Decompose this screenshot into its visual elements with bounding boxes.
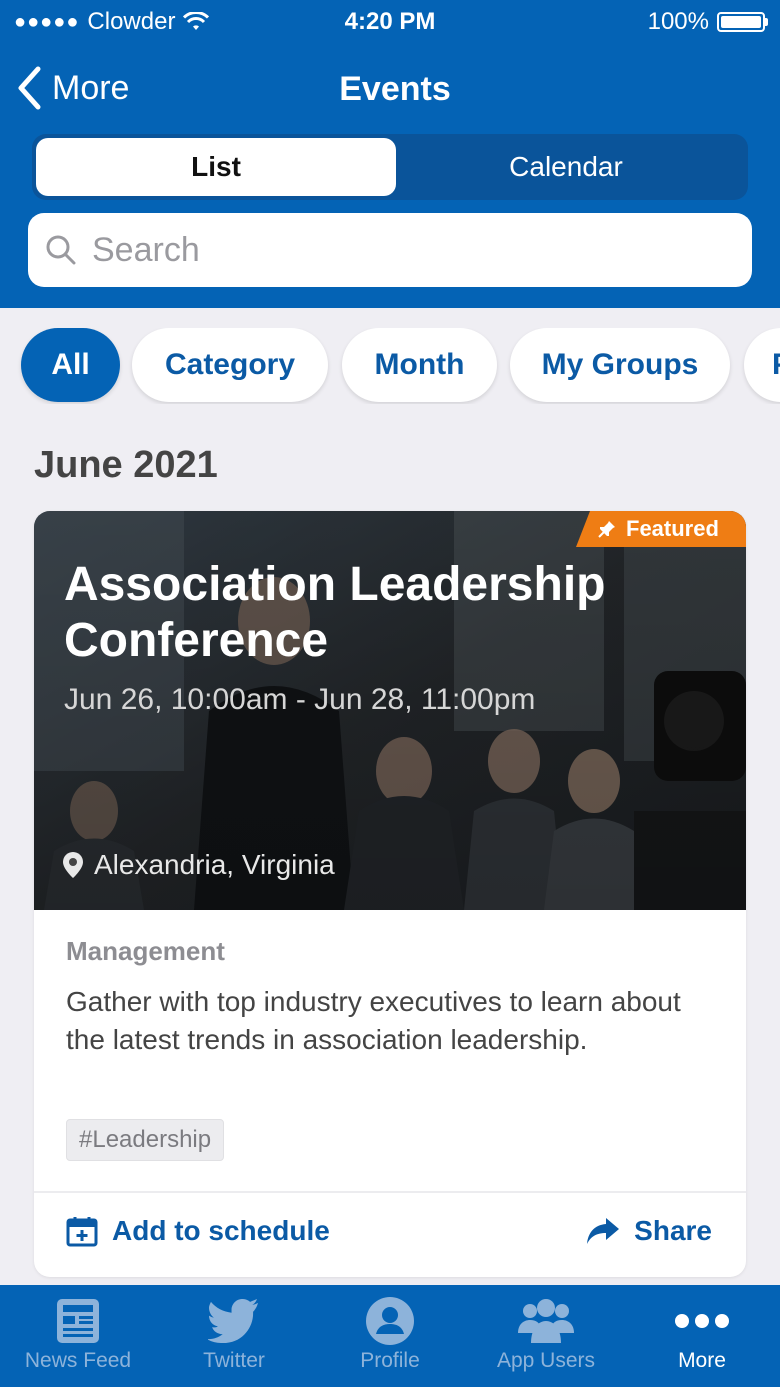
app-users-icon — [518, 1299, 574, 1343]
filter-month[interactable]: Month — [342, 328, 497, 402]
tab-more[interactable]: More — [624, 1285, 780, 1387]
page-title: Events — [339, 70, 451, 108]
location-label: Alexandria, Virginia — [94, 849, 335, 880]
event-location: Alexandria, Virginia — [62, 849, 335, 881]
pin-icon — [598, 521, 615, 538]
search-input[interactable] — [90, 229, 694, 271]
filter-more[interactable]: P — [744, 328, 780, 402]
header: ●●●●● Clowder 4:20 PM 100% More Events L… — [0, 0, 780, 308]
share-label: Share — [634, 1215, 712, 1246]
section-month-title: June 2021 — [34, 444, 218, 486]
filter-chips: All Category Month My Groups P — [0, 328, 780, 404]
event-card[interactable]: Featured Association Leadership Conferen… — [34, 511, 746, 1277]
featured-badge: Featured — [576, 511, 746, 547]
calendar-add-icon — [66, 1217, 98, 1247]
battery-icon — [717, 12, 768, 32]
tab-label: News Feed — [24, 1349, 132, 1372]
battery-percent: 100% — [647, 8, 709, 35]
more-icon — [675, 1314, 729, 1328]
profile-icon — [366, 1297, 414, 1345]
featured-label: Featured — [626, 516, 719, 541]
card-divider — [34, 1191, 746, 1193]
tab-label: Profile — [360, 1349, 420, 1372]
search-bar[interactable] — [28, 213, 752, 287]
twitter-icon — [208, 1299, 259, 1343]
tab-twitter[interactable]: Twitter — [156, 1285, 312, 1387]
event-title: Association Leadership Conference — [64, 558, 606, 667]
filter-category[interactable]: Category — [132, 328, 328, 402]
status-bar: ●●●●● Clowder 4:20 PM 100% — [0, 0, 780, 44]
segment-list[interactable]: List — [36, 138, 396, 196]
share-icon — [587, 1218, 620, 1244]
tab-bar: News Feed Twitter Profile App Users More — [0, 1285, 780, 1387]
view-segmented-control: List Calendar — [32, 134, 748, 200]
filter-all[interactable]: All — [21, 328, 120, 402]
tab-label: App Users — [496, 1349, 596, 1372]
tab-news-feed[interactable]: News Feed — [0, 1285, 156, 1387]
search-icon — [46, 235, 76, 265]
tab-label: Twitter — [203, 1349, 265, 1372]
tab-label: More — [678, 1349, 726, 1372]
event-tag[interactable]: #Leadership — [66, 1119, 225, 1161]
event-category: Management — [66, 936, 225, 966]
location-pin-icon — [63, 852, 83, 878]
event-description: Gather with top industry executives to l… — [66, 986, 681, 1055]
news-feed-icon — [57, 1299, 99, 1343]
event-hero-image: Featured Association Leadership Conferen… — [34, 511, 746, 910]
add-to-schedule-label: Add to schedule — [112, 1215, 330, 1246]
tab-profile[interactable]: Profile — [312, 1285, 468, 1387]
filter-my-groups[interactable]: My Groups — [510, 328, 730, 402]
tab-app-users[interactable]: App Users — [468, 1285, 624, 1387]
share-button[interactable]: Share — [586, 1215, 712, 1247]
event-date: Jun 26, 10:00am - Jun 28, 11:00pm — [64, 683, 536, 716]
segment-calendar[interactable]: Calendar — [386, 138, 746, 196]
add-to-schedule-button[interactable]: Add to schedule — [66, 1215, 330, 1247]
